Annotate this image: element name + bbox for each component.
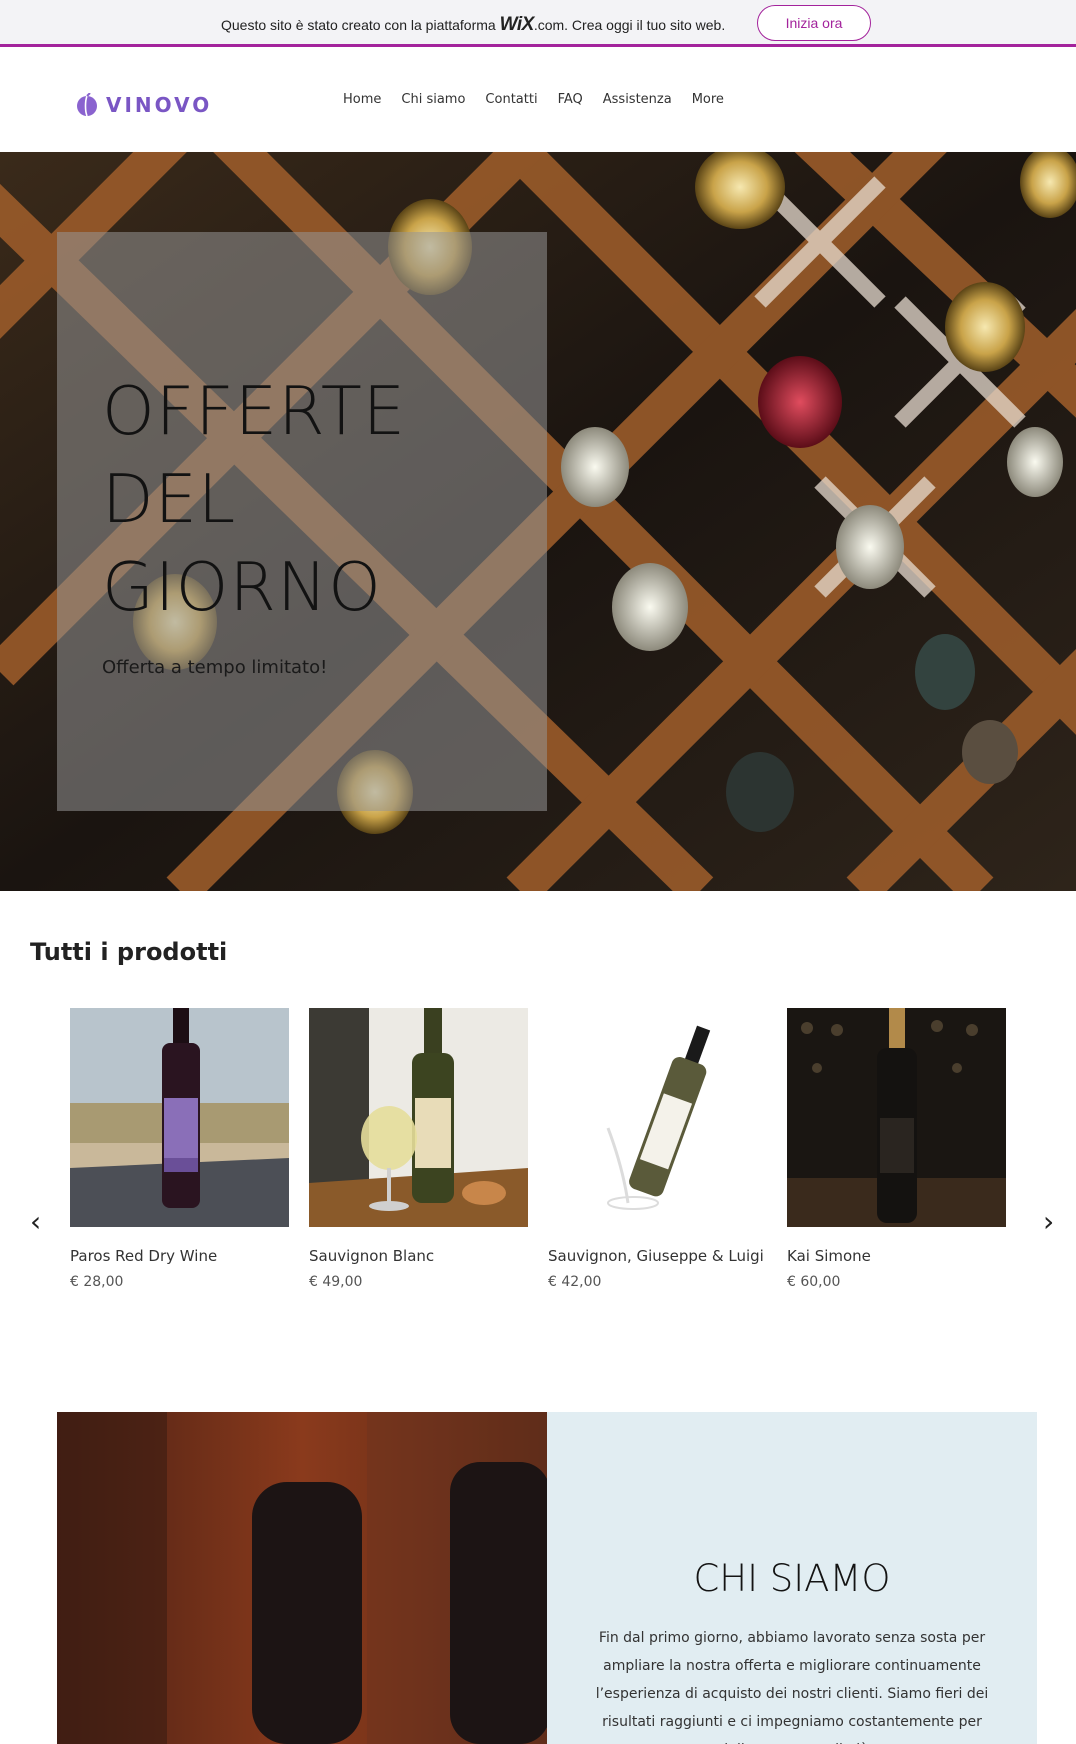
product-price: € 60,00 — [787, 1274, 841, 1290]
wix-banner-text: Questo sito è stato creato con la piatta… — [221, 14, 725, 36]
brand-name: VINOVO — [106, 93, 213, 117]
product-image[interactable] — [70, 1008, 289, 1227]
product-image[interactable] — [787, 1008, 1006, 1227]
about-panel: CHI SIAMO Fin dal primo giorno, abbiamo … — [547, 1412, 1037, 1744]
product-name[interactable]: Sauvignon, Giuseppe & Luigi — [548, 1247, 767, 1265]
start-now-button[interactable]: Inizia ora — [757, 5, 871, 41]
chevron-left-icon[interactable]: ‹ — [30, 1205, 41, 1238]
banner-text-after: .com. Crea oggi il tuo sito web. — [533, 17, 726, 33]
chevron-right-icon[interactable]: › — [1043, 1205, 1054, 1238]
nav-chi-siamo[interactable]: Chi siamo — [401, 92, 465, 107]
hero-title: OFFERTE DEL GIORNO — [102, 367, 522, 631]
about-image — [57, 1412, 547, 1744]
product-price: € 42,00 — [548, 1274, 602, 1290]
site-logo[interactable]: VINOVO — [76, 93, 212, 117]
wine-bottles-closeup-image — [57, 1412, 547, 1744]
hero-title-line: GIORNO — [102, 548, 382, 626]
about-text: Fin dal primo giorno, abbiamo lavorato s… — [595, 1630, 989, 1744]
nav-contatti[interactable]: Contatti — [485, 92, 537, 107]
grape-logo-icon — [77, 93, 97, 117]
product-name[interactable]: Sauvignon Blanc — [309, 1247, 528, 1265]
about-title: CHI SIAMO — [693, 1557, 891, 1600]
main-nav: Home Chi siamo Contatti FAQ Assistenza M… — [343, 92, 724, 107]
wix-logo: WiX — [499, 14, 535, 35]
products-section-title: Tutti i prodotti — [30, 938, 228, 966]
product-card[interactable]: Sauvignon Blanc € 49,00 — [309, 1008, 528, 1290]
hero-title-line: DEL — [102, 460, 237, 538]
white-wine-glass-image — [309, 1008, 528, 1227]
banner-text-before: Questo sito è stato creato con la piatta… — [221, 17, 500, 33]
dark-wine-bottle-image — [787, 1008, 1006, 1227]
product-name[interactable]: Paros Red Dry Wine — [70, 1247, 289, 1265]
product-card[interactable]: Sauvignon, Giuseppe & Luigi € 42,00 — [548, 1008, 767, 1290]
hero-title-line: OFFERTE — [102, 372, 407, 450]
wix-promo-banner: Questo sito è stato creato con la piatta… — [0, 0, 1076, 47]
nav-assistenza[interactable]: Assistenza — [603, 92, 672, 107]
nav-home[interactable]: Home — [343, 92, 381, 107]
product-card[interactable]: Kai Simone € 60,00 — [787, 1008, 1006, 1290]
hero-subtitle: Offerta a tempo limitato! — [102, 657, 328, 678]
product-price: € 28,00 — [70, 1274, 124, 1290]
product-name[interactable]: Kai Simone — [787, 1247, 1006, 1265]
white-wine-bottle-image — [548, 1008, 767, 1227]
red-wine-bottle-image — [70, 1008, 289, 1227]
hero-overlay-panel: OFFERTE DEL GIORNO Offerta a tempo limit… — [57, 232, 547, 811]
product-card[interactable]: Paros Red Dry Wine € 28,00 — [70, 1008, 289, 1290]
hero-section: OFFERTE DEL GIORNO Offerta a tempo limit… — [0, 152, 1076, 891]
product-price: € 49,00 — [309, 1274, 363, 1290]
product-image[interactable] — [309, 1008, 528, 1227]
nav-faq[interactable]: FAQ — [558, 92, 583, 107]
product-image[interactable] — [548, 1008, 767, 1227]
nav-more[interactable]: More — [692, 92, 724, 107]
